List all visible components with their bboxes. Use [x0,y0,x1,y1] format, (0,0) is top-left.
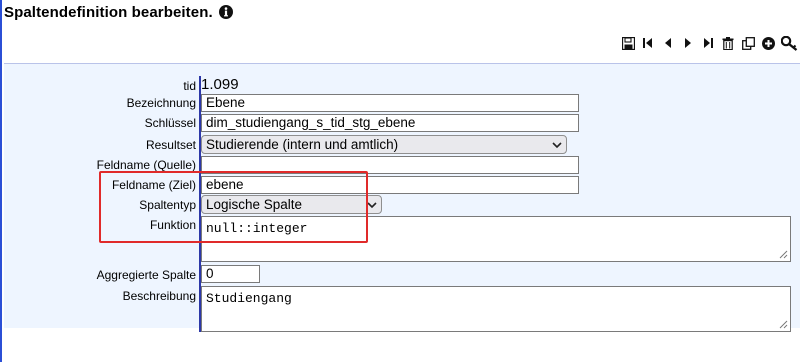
resultset-selected-value: Studierende (intern und amtlich) [206,137,399,152]
first-record-icon [643,38,652,48]
chevron-down-icon [552,141,562,148]
page-title: Spaltendefinition bearbeiten. [4,3,213,21]
beschreibung-label: Beschreibung [122,289,196,303]
resultset-select[interactable]: Studierende (intern und amtlich) [201,135,567,154]
next-record-icon [685,38,691,48]
last-record-button[interactable] [698,34,718,52]
beschreibung-textarea[interactable]: Studiengang [201,286,791,332]
key-icon [780,35,797,51]
tid-value: 1.099 [201,76,239,93]
feldname-quelle-label: Feldname (Quelle) [96,158,196,172]
copy-button[interactable] [738,34,758,52]
bezeichnung-input[interactable]: Ebene [201,94,579,112]
key-button[interactable] [778,34,800,52]
previous-record-icon [665,38,671,48]
aggregierte-spalte-label: Aggregierte Spalte [96,268,196,282]
previous-record-button[interactable] [658,34,678,52]
delete-button[interactable] [718,34,738,52]
copy-icon [741,36,755,50]
bezeichnung-label: Bezeichnung [126,96,196,110]
save-button[interactable] [618,34,638,52]
add-icon [761,36,775,50]
aggregierte-spalte-input[interactable]: 0 [201,265,260,283]
add-button[interactable] [758,34,778,52]
tid-label: tid [183,79,196,93]
first-record-button[interactable] [638,34,658,52]
page-header: Spaltendefinition bearbeiten. [4,2,233,22]
resultset-label: Resultset [145,138,196,152]
beschreibung-text: Studiengang [206,291,292,306]
resize-grip-icon[interactable] [778,319,788,329]
chevron-down-icon [367,201,377,208]
last-record-icon [704,38,713,48]
schluessel-input[interactable]: dim_studiengang_s_tid_stg_ebene [201,114,579,132]
highlight-annotation-box [99,171,368,243]
schluessel-label: Schlüssel [144,116,196,130]
record-toolbar [618,34,800,52]
delete-icon [722,36,734,50]
resize-grip-icon[interactable] [778,249,788,259]
save-icon [621,36,635,50]
next-record-button[interactable] [678,34,698,52]
info-circle-icon[interactable] [218,5,233,19]
